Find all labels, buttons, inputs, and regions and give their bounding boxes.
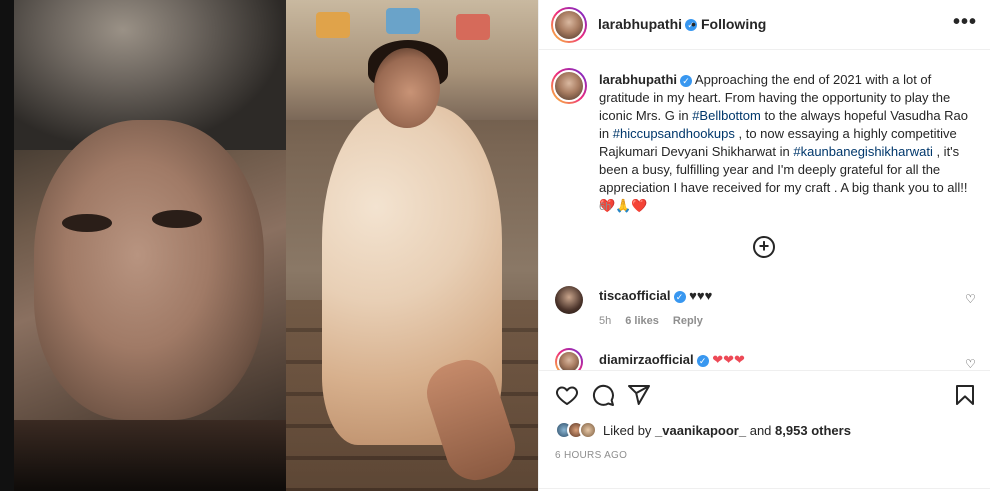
- comment-time[interactable]: 5h: [599, 315, 611, 327]
- verified-icon: ✓: [696, 354, 709, 367]
- post-timestamp[interactable]: 6 HOURS AGO: [555, 450, 627, 461]
- comment-like-icon[interactable]: ♡: [965, 293, 977, 305]
- likes-count[interactable]: 8,953 others: [775, 423, 851, 438]
- post-media[interactable]: [0, 0, 538, 491]
- commenter-username[interactable]: diamirzaofficial: [599, 352, 694, 367]
- more-options-icon[interactable]: •••: [953, 12, 977, 36]
- commenter-username[interactable]: tiscaofficial: [599, 288, 671, 303]
- comment-meta: 5h 6 likes Reply: [599, 315, 703, 327]
- liker-avatar[interactable]: [579, 421, 597, 439]
- comment-like-icon[interactable]: ♡: [965, 358, 977, 370]
- comment-text: ❤❤❤: [712, 352, 745, 367]
- caption-time[interactable]: 6h: [599, 201, 611, 213]
- following-button[interactable]: Following: [701, 16, 766, 32]
- post-actions: Liked by _vaanikapoor_ and 8,953 others …: [539, 370, 990, 490]
- heart-icon[interactable]: [555, 383, 579, 407]
- liked-by-text: Liked by _vaanikapoor_ and 8,953 others: [603, 422, 851, 438]
- header-separator: •: [691, 16, 696, 32]
- verified-icon: ✓: [680, 74, 693, 87]
- liker-username[interactable]: _vaanikapoor_: [655, 423, 746, 438]
- reply-button[interactable]: Reply: [673, 315, 703, 327]
- post-photo-portrait: [14, 0, 286, 491]
- caption-text: larabhupathi ✓ Approaching the end of 202…: [599, 72, 969, 213]
- comment-icon[interactable]: [591, 383, 615, 407]
- comment-line: tiscaofficial ✓ ♥♥♥: [599, 288, 712, 303]
- commenter-avatar[interactable]: [555, 286, 583, 314]
- hashtag-link[interactable]: #Bellbottom: [692, 108, 761, 123]
- liked-by-row: Liked by _vaanikapoor_ and 8,953 others: [555, 421, 851, 439]
- caption-username[interactable]: larabhupathi: [599, 72, 677, 87]
- comment-text: ♥♥♥: [689, 288, 713, 303]
- verified-icon: ✓: [673, 290, 686, 303]
- comment-line: diamirzaofficial ✓ ❤❤❤: [599, 352, 745, 368]
- post-photo-dress: [286, 0, 538, 491]
- media-edge: [0, 0, 14, 491]
- share-icon[interactable]: [627, 383, 651, 407]
- comment-likes[interactable]: 6 likes: [625, 315, 659, 327]
- author-username[interactable]: larabhupathi ✓: [598, 16, 698, 32]
- bookmark-icon[interactable]: [953, 383, 977, 407]
- post-side-panel: larabhupathi ✓ • Following ••• larabhupat…: [538, 0, 990, 491]
- hashtag-link[interactable]: #hiccupsandhookups: [613, 126, 735, 141]
- author-avatar[interactable]: [551, 7, 587, 43]
- post-header: larabhupathi ✓ • Following •••: [539, 0, 990, 50]
- hashtag-link[interactable]: #kaunbanegishikharwati: [793, 144, 932, 159]
- caption-avatar[interactable]: [551, 68, 587, 104]
- load-more-comments-icon[interactable]: +: [753, 236, 775, 258]
